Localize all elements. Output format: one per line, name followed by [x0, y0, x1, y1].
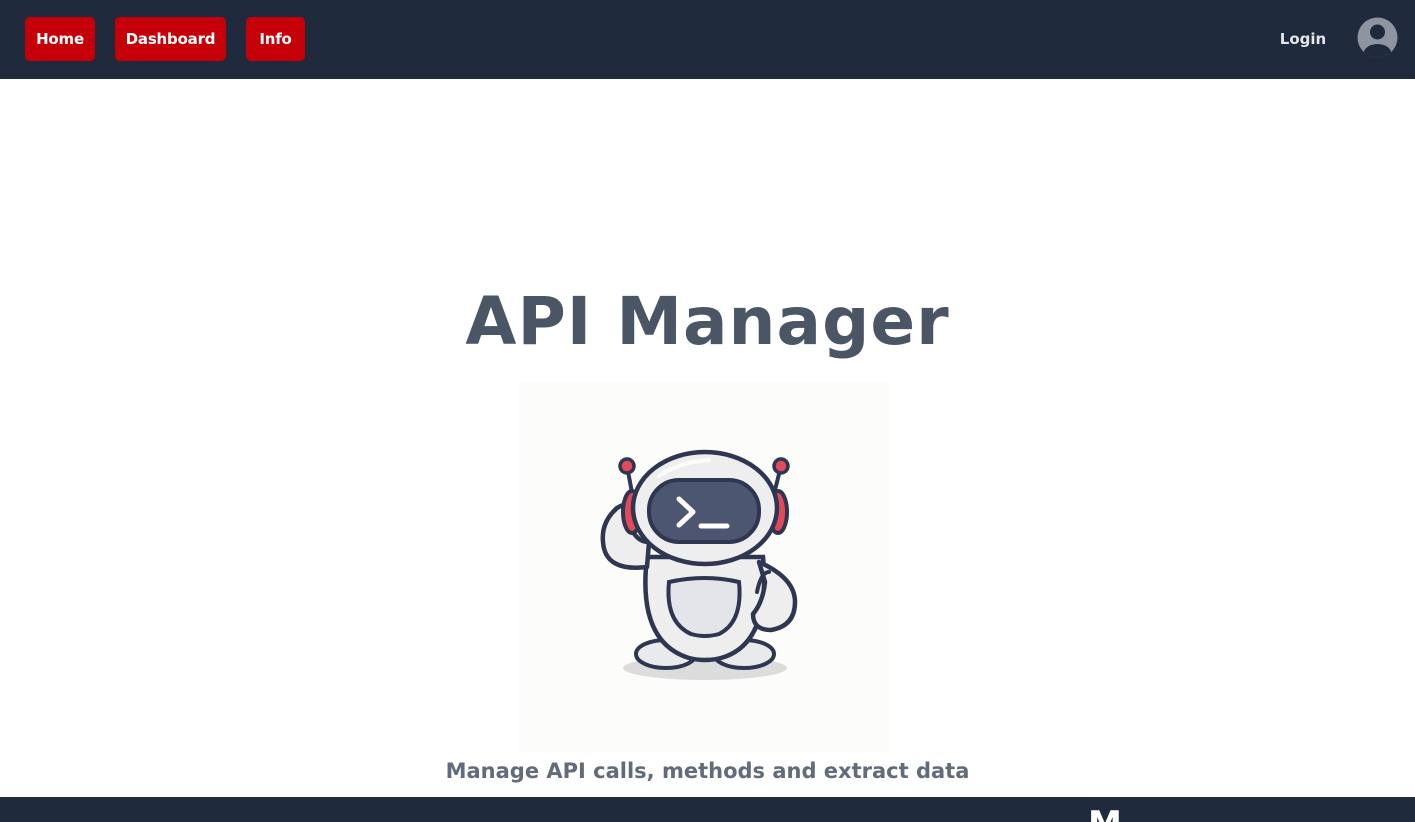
top-navbar: Home Dashboard Info Login [0, 0, 1415, 79]
robot-terminal-icon [519, 382, 889, 752]
footer: M [0, 797, 1415, 822]
home-button[interactable]: Home [25, 17, 95, 61]
info-button[interactable]: Info [246, 17, 305, 61]
dashboard-button[interactable]: Dashboard [115, 17, 226, 61]
page-title: API Manager [465, 283, 950, 360]
page-subtitle: Manage API calls, methods and extract da… [445, 759, 970, 783]
user-avatar-icon[interactable] [1357, 17, 1398, 58]
login-link[interactable]: Login [1270, 27, 1336, 51]
footer-partial-text: M [1088, 807, 1122, 822]
